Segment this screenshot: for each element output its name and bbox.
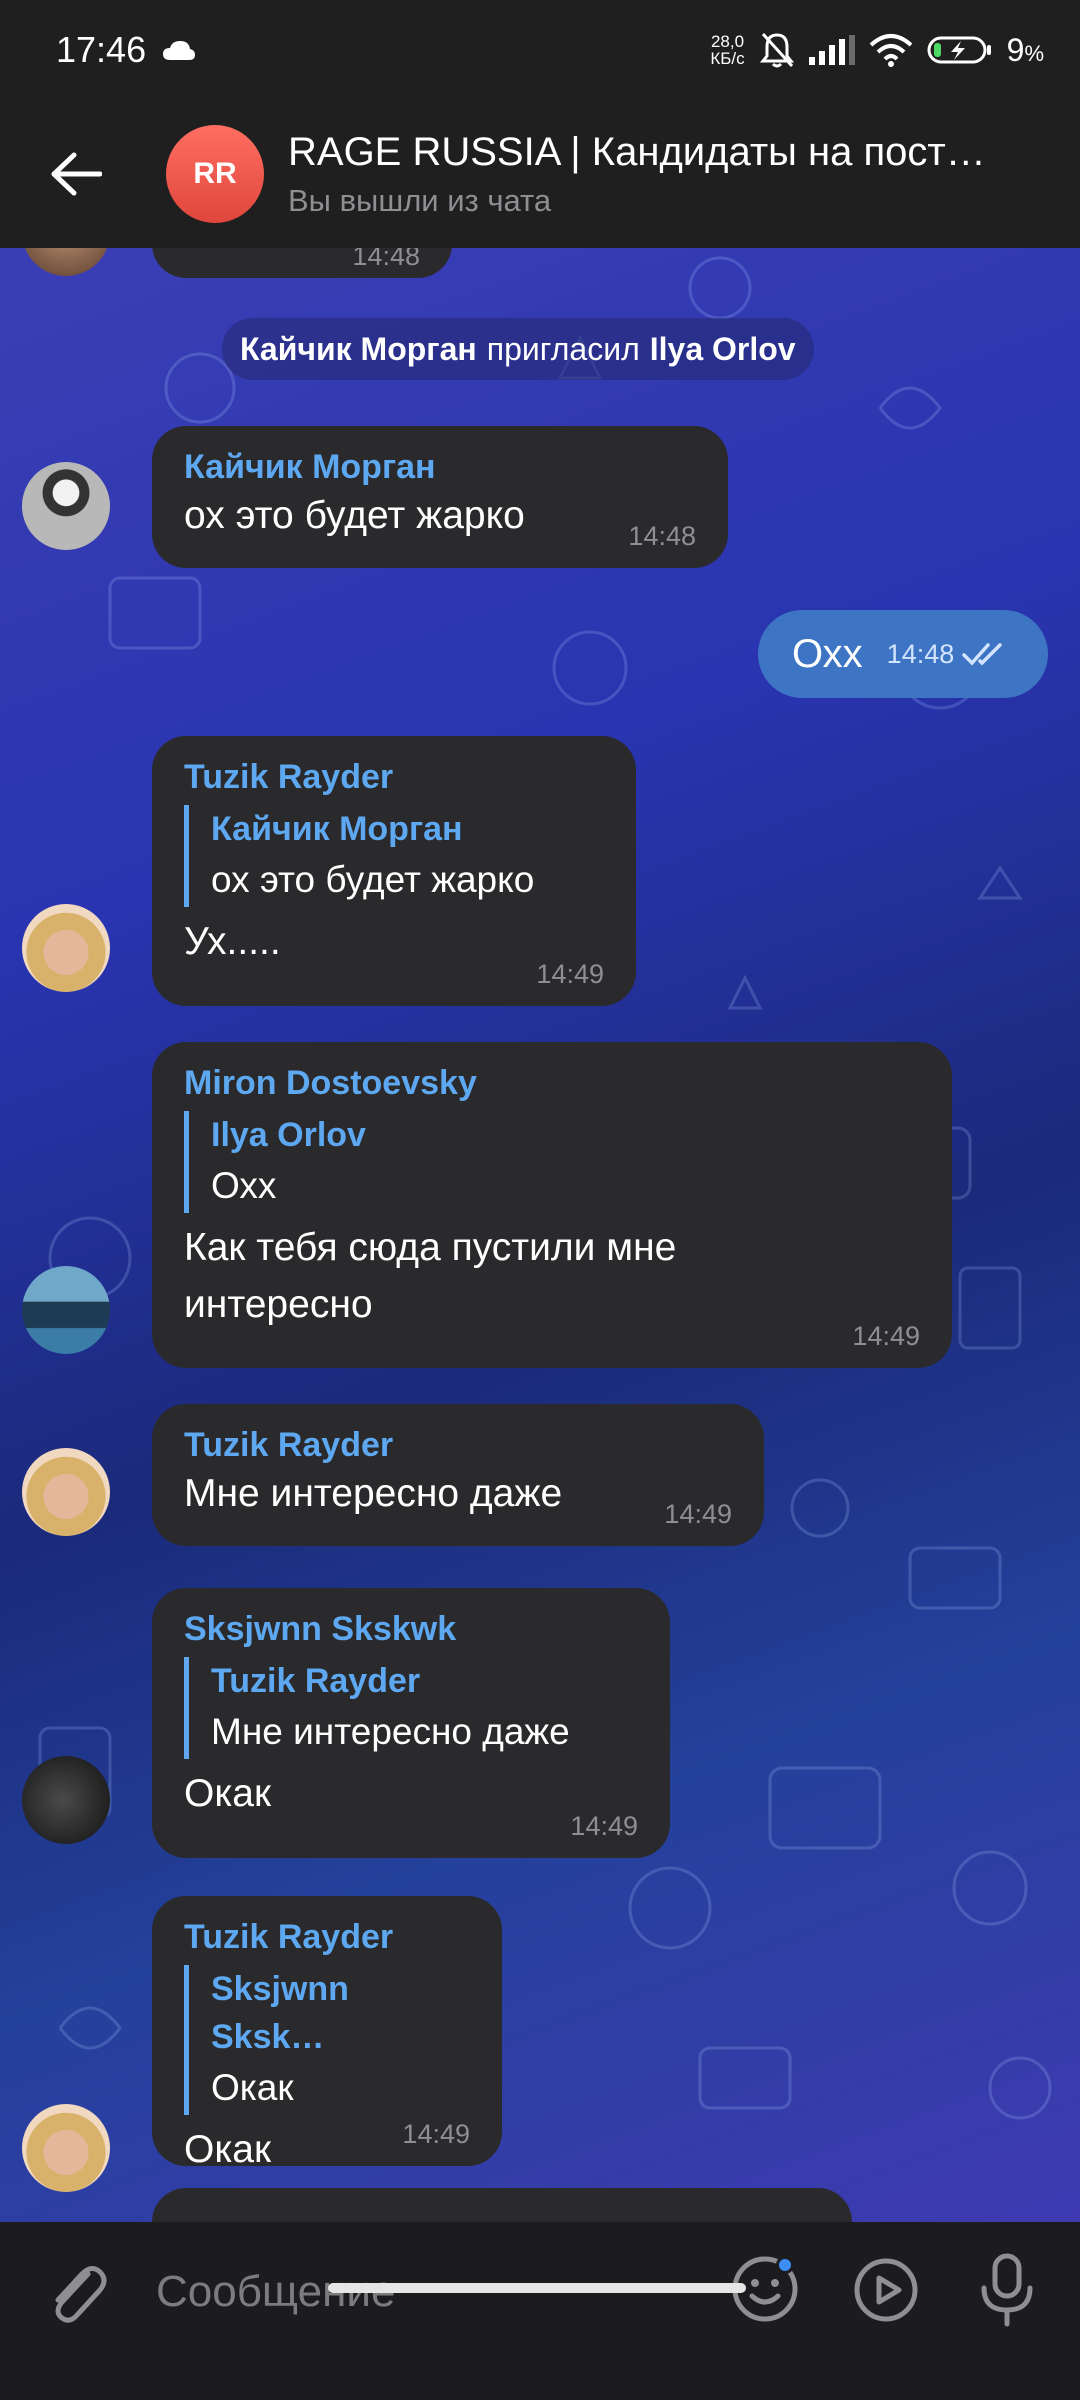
reply-sender: Кайчик Морган	[211, 810, 463, 848]
avatar[interactable]	[22, 904, 110, 992]
signal-icon	[808, 35, 855, 65]
reply-quote[interactable]: Кайчик Морган ох это будет жарко	[184, 805, 604, 907]
network-speed-value: 28,0	[710, 32, 745, 51]
reply-text: ох это будет жарко	[211, 859, 535, 900]
message-text: ох это будет жарко	[184, 494, 525, 537]
avatar[interactable]	[22, 462, 110, 550]
message-bubble[interactable]: Tuzik Rayder Мне интересно даже 14:49	[152, 1404, 764, 1546]
reply-text: Охх	[211, 1165, 277, 1206]
battery-value: 9	[1006, 31, 1025, 68]
reply-sender: Sksjwnn Sksk…	[211, 1970, 349, 2056]
message-time: 14:48	[628, 521, 696, 551]
message-bubble-partial[interactable]: 14:48	[152, 248, 452, 278]
service-target: Ilya Orlov	[649, 330, 796, 367]
microphone-icon[interactable]	[976, 2252, 1038, 2328]
message-bubble[interactable]: Miron Dostoevsky Ilya Orlov Охх Как тебя…	[152, 1042, 952, 1368]
message-bubble[interactable]: Кайчик Морган ох это будет жарко 14:48	[152, 426, 728, 568]
sender-name[interactable]: Tuzik Rayder	[184, 1426, 732, 1465]
reply-quote[interactable]: Sksjwnn Sksk… Окак	[184, 1965, 470, 2115]
battery-charging-icon	[927, 35, 993, 65]
back-arrow-icon	[51, 152, 102, 196]
sender-name[interactable]: Sksjwnn Skskwk	[184, 1610, 638, 1649]
reply-text: Мне интересно даже	[211, 1711, 570, 1752]
sender-name[interactable]: Tuzik Rayder	[184, 758, 604, 797]
message-time: 14:49	[664, 1499, 732, 1529]
service-message: Кайчик Морган пригласил Ilya Orlov	[222, 318, 814, 380]
unread-indicator-dot	[776, 2256, 794, 2274]
chat-subtitle: Вы вышли из чата	[288, 182, 552, 218]
message-time: 14:48	[886, 638, 955, 669]
message-time: 14:49	[402, 2119, 470, 2149]
battery-level: 9%	[1007, 32, 1044, 69]
message-text: Мне интересно даже	[184, 1472, 563, 1515]
chat-title: RAGE RUSSIA | Кандидаты на пост…	[288, 129, 986, 174]
message-time: 14:48	[352, 248, 420, 271]
message-time: 14:49	[852, 1321, 920, 1351]
network-speed-unit: КБ/с	[710, 49, 745, 68]
status-bar: 17:46 28,0 КБ/с 9%	[0, 0, 1080, 100]
message-bubble[interactable]: Sksjwnn Skskwk Tuzik Rayder Мне интересн…	[152, 1588, 670, 1858]
message-time: 14:49	[536, 959, 604, 989]
message-text: Охх	[792, 631, 863, 676]
message-bubble[interactable]: Tuzik Rayder Кайчик Морган ох это будет …	[152, 736, 636, 1006]
paperclip-icon[interactable]	[44, 2256, 108, 2326]
reply-quote[interactable]: Ilya Orlov Охх	[184, 1111, 920, 1213]
network-speed: 28,0 КБ/с	[710, 33, 744, 67]
muted-bell-icon	[759, 31, 795, 69]
reply-sender: Ilya Orlov	[211, 1116, 366, 1154]
sender-name[interactable]: Кайчик Морган	[184, 448, 696, 487]
status-icons: 28,0 КБ/с 9%	[710, 31, 1044, 69]
status-time: 17:46	[56, 29, 147, 70]
message-bubble[interactable]: Tuzik Rayder Sksjwnn Sksk… Окак Окак 14:…	[152, 1896, 502, 2171]
avatar[interactable]	[22, 1756, 110, 1844]
cloud-icon	[163, 41, 196, 60]
message-text-line-1: Как тебя сюда пустили мне	[184, 1226, 677, 1269]
service-action: пригласил	[486, 330, 640, 367]
double-check-icon	[962, 643, 1002, 666]
battery-unit: %	[1024, 40, 1044, 66]
message-text-line-2: интересно	[184, 1283, 373, 1326]
chat-avatar[interactable]: RR	[166, 125, 264, 223]
chat-info[interactable]: RAGE RUSSIA | Кандидаты на пост… Вы вышл…	[288, 130, 1038, 219]
message-input-bar	[0, 2222, 1080, 2400]
reply-sender: Tuzik Rayder	[211, 1662, 421, 1700]
sender-name[interactable]: Tuzik Rayder	[184, 1918, 470, 1957]
message-time: 14:49	[570, 1811, 638, 1841]
outgoing-message-bubble[interactable]: Охх 14:48	[758, 610, 1048, 698]
home-indicator[interactable]	[328, 2283, 746, 2293]
video-message-icon[interactable]	[852, 2256, 920, 2324]
chat-header: RR RAGE RUSSIA | Кандидаты на пост… Вы в…	[0, 100, 1080, 248]
back-button[interactable]	[0, 100, 152, 248]
reply-text: Окак	[211, 2067, 294, 2108]
avatar[interactable]	[22, 1266, 110, 1354]
avatar[interactable]	[22, 2104, 110, 2192]
reply-quote[interactable]: Tuzik Rayder Мне интересно даже	[184, 1657, 638, 1759]
message-bubble-partial[interactable]	[152, 2188, 852, 2222]
chat-area[interactable]: 14:48 Кайчик Морган пригласил Ilya Orlov…	[0, 248, 1080, 2222]
avatar[interactable]	[22, 1448, 110, 1536]
wifi-icon	[869, 33, 913, 67]
service-actor: Кайчик Морган	[240, 330, 477, 367]
sender-name[interactable]: Miron Dostoevsky	[184, 1064, 920, 1103]
